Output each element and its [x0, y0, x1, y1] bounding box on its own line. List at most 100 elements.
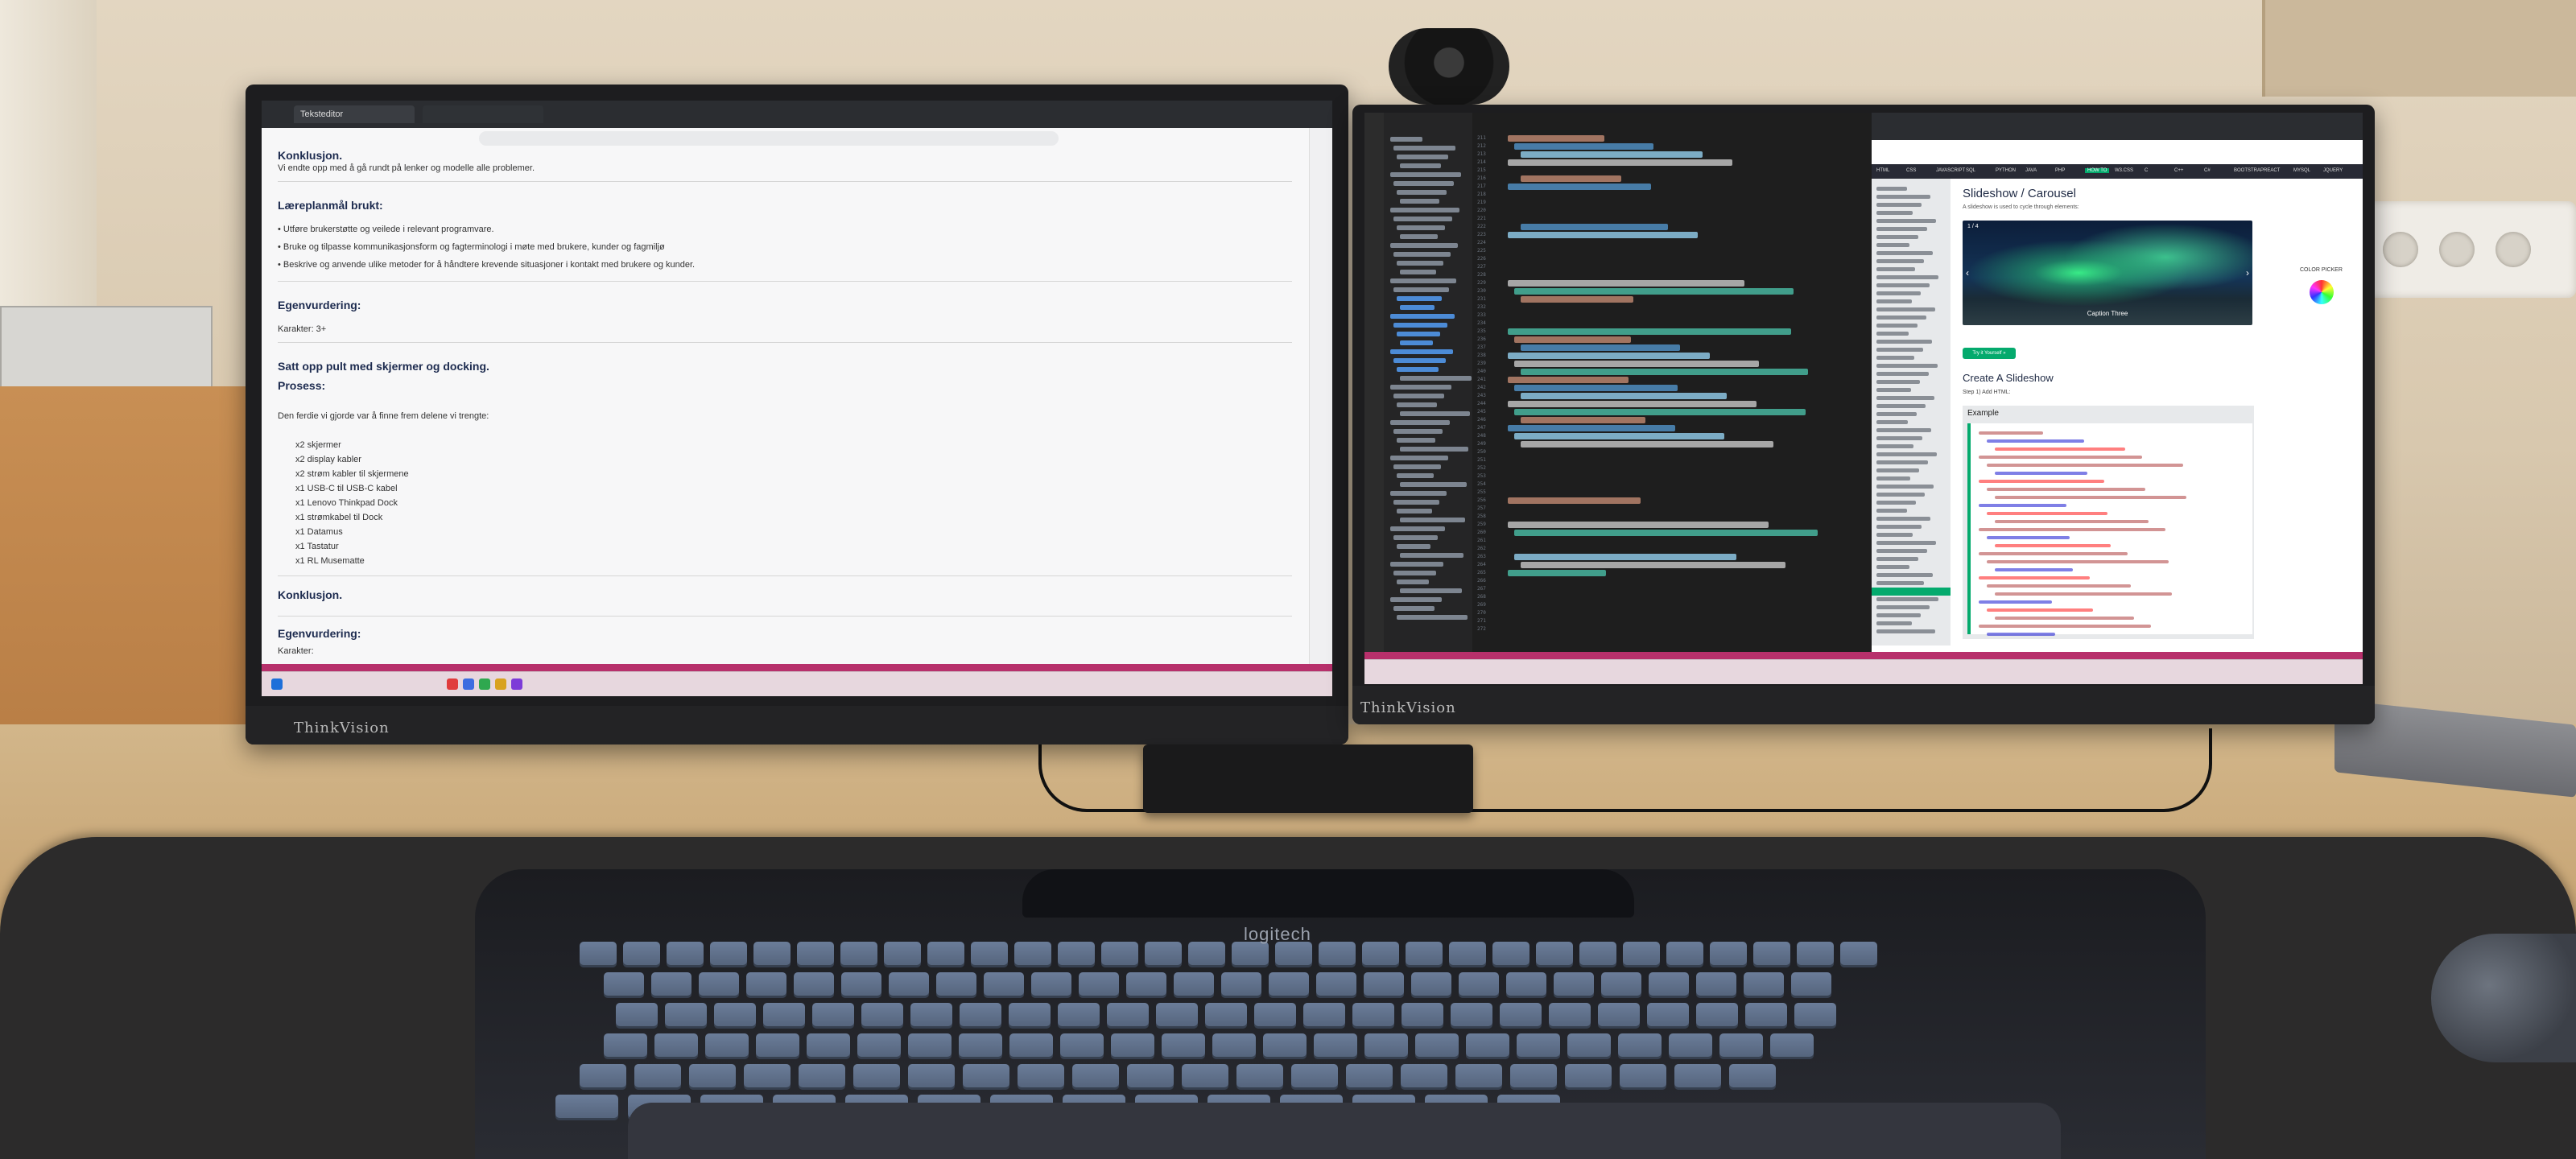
explorer-item[interactable]	[1390, 526, 1445, 531]
sidebar-item[interactable]	[1876, 605, 1930, 609]
explorer-item[interactable]	[1393, 394, 1444, 398]
explorer-item[interactable]	[1397, 296, 1442, 301]
next-arrow-icon[interactable]: ›	[2246, 267, 2249, 278]
sidebar-item[interactable]	[1876, 485, 1934, 489]
app-icon[interactable]	[511, 678, 522, 690]
w3-nav-item[interactable]: BOOTSTRAP	[2234, 168, 2264, 173]
explorer-item[interactable]	[1397, 509, 1432, 514]
sidebar-item[interactable]	[1876, 291, 1921, 295]
explorer-item[interactable]	[1397, 615, 1468, 620]
explorer-item[interactable]	[1390, 491, 1447, 496]
w3-nav-item[interactable]: JAVASCRIPT	[1936, 168, 1965, 173]
try-it-button[interactable]: Try it Yourself »	[1963, 348, 2016, 359]
explorer-item[interactable]	[1400, 340, 1433, 345]
explorer-item[interactable]	[1397, 190, 1447, 195]
sidebar-item[interactable]	[1876, 396, 1934, 400]
browser-tab-2[interactable]	[423, 105, 543, 123]
sidebar-item[interactable]	[1876, 243, 1909, 247]
explorer-item[interactable]	[1400, 482, 1467, 487]
w3-nav-item[interactable]: HTML	[1876, 168, 1889, 173]
explorer-item[interactable]	[1400, 518, 1465, 522]
explorer-item[interactable]	[1393, 181, 1454, 186]
explorer-item[interactable]	[1393, 146, 1455, 151]
explorer-item[interactable]	[1400, 270, 1436, 274]
sidebar-item[interactable]	[1876, 452, 1937, 456]
sidebar-item[interactable]	[1876, 307, 1935, 311]
sidebar-item[interactable]	[1876, 501, 1916, 505]
sidebar-item[interactable]	[1876, 525, 1922, 529]
explorer-item[interactable]	[1390, 314, 1455, 319]
explorer-item[interactable]	[1397, 367, 1439, 372]
explorer-item[interactable]	[1400, 588, 1462, 593]
sidebar-item[interactable]	[1876, 468, 1919, 472]
w3-nav-item[interactable]: C	[2145, 168, 2148, 173]
sidebar-item[interactable]	[1876, 420, 1908, 424]
color-wheel-icon[interactable]	[2310, 280, 2334, 304]
sidebar-item[interactable]	[1876, 348, 1923, 352]
sidebar-item[interactable]	[1876, 629, 1935, 633]
explorer-item[interactable]	[1397, 332, 1440, 336]
w3-nav-item[interactable]: PYTHON	[1996, 168, 2016, 173]
explorer-item[interactable]	[1390, 385, 1451, 390]
sidebar-item[interactable]	[1876, 597, 1938, 601]
prev-arrow-icon[interactable]: ‹	[1966, 267, 1969, 278]
sidebar-item[interactable]	[1876, 299, 1912, 303]
sidebar-item[interactable]	[1876, 541, 1936, 545]
sidebar-item[interactable]	[1876, 187, 1907, 191]
explorer-item[interactable]	[1400, 376, 1472, 381]
sidebar-item[interactable]	[1876, 227, 1927, 231]
sidebar-item[interactable]	[1876, 211, 1913, 215]
sidebar-item[interactable]	[1876, 340, 1932, 344]
w3-nav-item[interactable]: PHP	[2055, 168, 2065, 173]
sidebar-item[interactable]	[1876, 259, 1924, 263]
sidebar-item[interactable]	[1876, 613, 1921, 617]
explorer-item[interactable]	[1390, 349, 1453, 354]
sidebar-item[interactable]	[1876, 533, 1913, 537]
explorer-item[interactable]	[1400, 411, 1470, 416]
w3-nav-item[interactable]: REACT	[2264, 168, 2280, 173]
sidebar-item[interactable]	[1876, 275, 1938, 279]
explorer-item[interactable]	[1390, 562, 1443, 567]
windows-icon[interactable]	[271, 678, 283, 690]
app-icon[interactable]	[447, 678, 458, 690]
sidebar-item[interactable]	[1876, 388, 1911, 392]
sidebar-item[interactable]	[1876, 557, 1918, 561]
sidebar-item[interactable]	[1876, 412, 1917, 416]
explorer-item[interactable]	[1397, 544, 1430, 549]
explorer-item[interactable]	[1393, 571, 1436, 575]
sidebar-item[interactable]	[1876, 203, 1922, 207]
sidebar-item[interactable]	[1876, 460, 1928, 464]
explorer-item[interactable]	[1393, 464, 1441, 469]
w3-nav-item[interactable]: C++	[2174, 168, 2183, 173]
sidebar-item[interactable]	[1876, 493, 1925, 497]
explorer-item[interactable]	[1400, 163, 1441, 168]
explorer-item[interactable]	[1390, 137, 1422, 142]
explorer-item[interactable]	[1397, 473, 1434, 478]
sidebar-item[interactable]	[1876, 195, 1930, 199]
explorer-item[interactable]	[1393, 358, 1446, 363]
explorer-item[interactable]	[1400, 447, 1468, 452]
sidebar-item-active[interactable]	[1872, 588, 1951, 596]
sidebar-item[interactable]	[1876, 565, 1909, 569]
w3-nav-item[interactable]: JQUERY	[2323, 168, 2343, 173]
explorer-item[interactable]	[1397, 225, 1445, 230]
address-bar[interactable]	[479, 131, 1059, 146]
sidebar-item[interactable]	[1876, 509, 1907, 513]
explorer-item[interactable]	[1393, 323, 1447, 328]
explorer-item[interactable]	[1393, 606, 1435, 611]
app-icon[interactable]	[495, 678, 506, 690]
explorer-item[interactable]	[1397, 155, 1448, 159]
explorer-item[interactable]	[1390, 278, 1456, 283]
explorer-item[interactable]	[1400, 553, 1463, 558]
explorer-item[interactable]	[1390, 456, 1448, 460]
sidebar-item[interactable]	[1876, 364, 1938, 368]
sidebar-item[interactable]	[1876, 436, 1922, 440]
explorer-item[interactable]	[1397, 580, 1429, 584]
sidebar-item[interactable]	[1876, 332, 1909, 336]
explorer-item[interactable]	[1390, 208, 1459, 212]
app-icon[interactable]	[479, 678, 490, 690]
w3-nav-item[interactable]: HOW TO	[2085, 168, 2110, 173]
sidebar-item[interactable]	[1876, 356, 1914, 360]
explorer-item[interactable]	[1390, 243, 1458, 248]
explorer-item[interactable]	[1397, 438, 1435, 443]
